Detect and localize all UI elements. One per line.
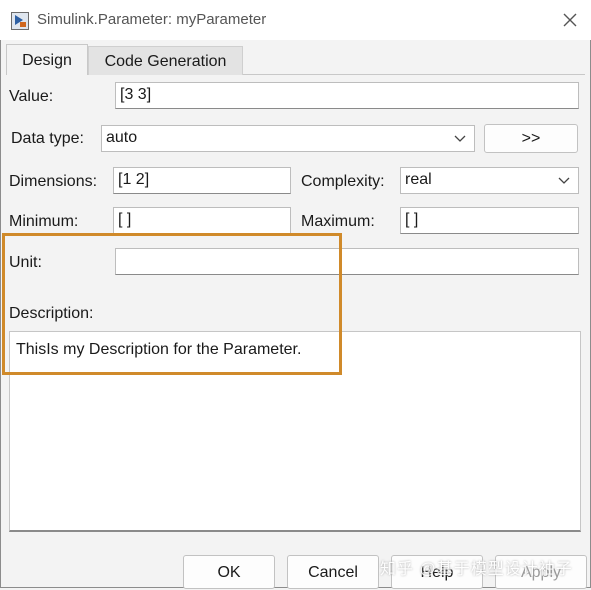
ok-button[interactable]: OK — [183, 555, 275, 589]
tab-code-generation[interactable]: Code Generation — [88, 46, 243, 75]
dimensions-field[interactable]: [1 2] — [113, 167, 291, 194]
simulink-parameter-icon — [11, 12, 29, 30]
data-type-label: Data type: — [11, 130, 84, 147]
complexity-label: Complexity: — [301, 173, 385, 190]
chevron-down-icon — [558, 177, 570, 184]
window-title: Simulink.Parameter: myParameter — [37, 11, 267, 28]
value-field[interactable]: [3 3] — [115, 82, 579, 109]
maximum-label: Maximum: — [301, 213, 375, 230]
tab-divider — [243, 74, 585, 75]
tab-design[interactable]: Design — [6, 44, 88, 75]
data-type-dropdown[interactable]: auto — [101, 125, 475, 152]
close-icon — [563, 13, 577, 27]
maximum-field[interactable]: [ ] — [400, 207, 579, 234]
cancel-button[interactable]: Cancel — [287, 555, 379, 589]
watermark-text: 知乎 @基于模型设计袖子 — [380, 561, 573, 578]
chevron-down-icon — [454, 135, 466, 142]
minimum-label: Minimum: — [9, 213, 79, 230]
minimum-field[interactable]: [ ] — [113, 207, 291, 234]
close-button[interactable] — [555, 6, 585, 34]
dimensions-label: Dimensions: — [9, 173, 98, 190]
data-type-value: auto — [106, 129, 138, 146]
complexity-dropdown[interactable]: real — [400, 167, 579, 194]
value-label: Value: — [9, 88, 54, 105]
highlight-annotation-box — [2, 233, 342, 375]
complexity-value: real — [405, 171, 432, 188]
data-type-assistant-button[interactable]: >> — [484, 124, 578, 153]
